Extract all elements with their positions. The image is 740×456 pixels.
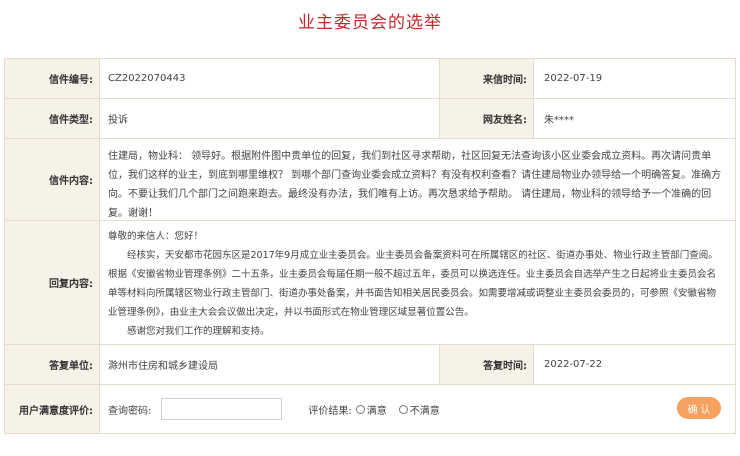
letter-number-value: CZ2022070443: [100, 59, 440, 98]
reply-date-label: 答复时间:: [440, 345, 534, 384]
reply-greeting: 尊敬的来信人：您好！: [108, 231, 204, 242]
result-label: 评价结果:: [308, 405, 352, 417]
evaluation-label: 用户满意度评价:: [5, 385, 100, 433]
page-title: 业主委员会的选举: [298, 13, 442, 33]
reply-content-label: 回复内容:: [5, 221, 100, 344]
password-label: 查询密码:: [108, 405, 152, 417]
letter-type-label: 信件类型:: [5, 99, 100, 138]
evaluation-row: 用户满意度评价: 查询密码: 评价结果: 满意 不满意 确 认: [5, 385, 735, 433]
reply-date-value: 2022-07-22: [544, 359, 603, 370]
letter-date-value: 2022-07-19: [544, 73, 603, 84]
radio-satisfied-label: 满意: [366, 405, 387, 417]
reply-closing: 感谢您对我们工作的理解和支持。: [127, 326, 270, 337]
reply-body: 经核实，天安都市花园东区是2017年9月成立业主委员会。业主委员会备案资料可在所…: [108, 250, 718, 318]
radio-unsatisfied[interactable]: 不满意: [397, 402, 440, 417]
password-input[interactable]: [161, 398, 283, 420]
letter-date-label: 来信时间:: [440, 59, 534, 98]
radio-unsatisfied-label: 不满意: [409, 405, 440, 417]
confirm-button[interactable]: 确 认: [677, 397, 721, 419]
letter-meta-row-1: 信件编号: CZ2022070443 来信时间: 2022-07-19: [5, 59, 735, 99]
letter-content-row: 信件内容: 住建局，物业科： 领导好。根据附件图中贵单位的回复，我们到社区寻求帮…: [5, 139, 735, 221]
letter-number-label: 信件编号:: [5, 59, 100, 98]
radio-circle-icon[interactable]: [355, 404, 365, 414]
radio-circle-icon[interactable]: [398, 404, 408, 414]
reply-unit-value: 滁州市住房和城乡建设局: [100, 345, 440, 384]
evaluation-form: 查询密码: 评价结果: 满意 不满意 确 认: [100, 385, 735, 433]
user-name-label: 网友姓名:: [440, 99, 534, 138]
letter-content-label: 信件内容:: [5, 139, 100, 220]
radio-satisfied[interactable]: 满意: [354, 402, 387, 417]
reply-content-row: 回复内容: 尊敬的来信人：您好！ 经核实，天安都市花园东区是2017年9月成立业…: [5, 221, 735, 345]
reply-content-text: 尊敬的来信人：您好！ 经核实，天安都市花园东区是2017年9月成立业主委员会。业…: [100, 221, 735, 344]
letter-meta-row-2: 信件类型: 投诉 网友姓名: 朱****: [5, 99, 735, 139]
letter-detail-table: 信件编号: CZ2022070443 来信时间: 2022-07-19 信件类型…: [4, 58, 736, 434]
letter-type-value: 投诉: [100, 99, 440, 138]
user-name-value: 朱****: [544, 115, 574, 126]
reply-meta-row: 答复单位: 滁州市住房和城乡建设局 答复时间: 2022-07-22: [5, 345, 735, 385]
letter-content-text: 住建局，物业科： 领导好。根据附件图中贵单位的回复，我们到社区寻求帮助，社区回复…: [108, 151, 722, 219]
reply-unit-label: 答复单位:: [5, 345, 100, 384]
